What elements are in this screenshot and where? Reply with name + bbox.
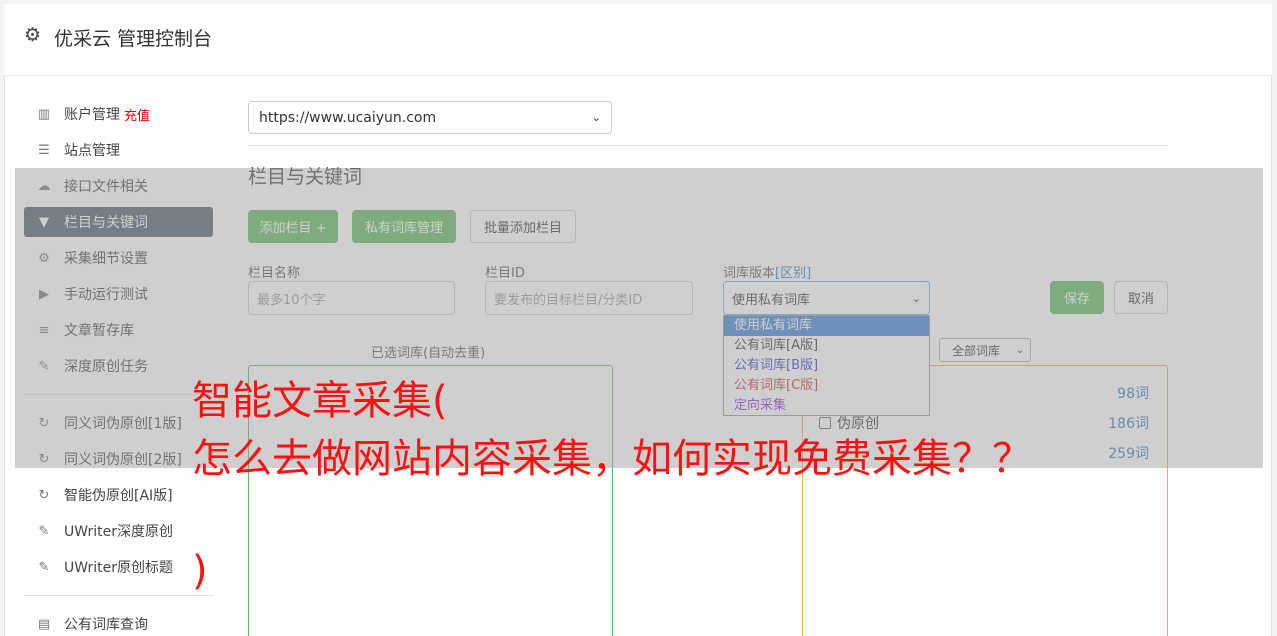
refresh-icon: ↻ — [38, 487, 50, 503]
batch-add-button[interactable]: 批量添加栏目 — [470, 210, 576, 243]
sidebar-item-label: 账户管理 — [64, 107, 120, 123]
selected-lib-label: 已选词库(自动去重) — [371, 346, 486, 361]
gear-icon: ⚙ — [24, 24, 42, 46]
divider — [248, 145, 1168, 146]
diff-link[interactable]: [区别] — [775, 266, 811, 281]
dropdown-option-public-b[interactable]: 公有词库[B版] — [724, 356, 929, 376]
sidebar-item-label: 公有词库查询 — [64, 617, 148, 633]
sidebar-item-label: 采集细节设置 — [64, 251, 148, 267]
lib-filter-select[interactable]: 全部词库 ⌄ — [939, 338, 1031, 362]
lib-row-count: 186词 — [1108, 416, 1149, 432]
lib-version-dropdown: 使用私有词库 公有词库[A版] 公有词库[B版] 公有词库[C版] 定向采集 — [723, 315, 930, 416]
sidebar-item-synonym-2[interactable]: ↻ 同义词伪原创[2版] — [24, 444, 213, 474]
column-id-input[interactable]: 要发布的目标栏目/分类ID — [485, 281, 693, 315]
cancel-button[interactable]: 取消 — [1114, 281, 1168, 314]
sidebar-item-article-store[interactable]: ≡ 文章暂存库 — [24, 315, 213, 345]
sidebar-item-ai[interactable]: ↻ 智能伪原创[AI版] — [24, 480, 213, 510]
page-title: 优采云 管理控制台 — [54, 28, 213, 50]
column-name-label: 栏目名称 — [248, 266, 301, 281]
dropdown-option-directed[interactable]: 定向采集 — [724, 396, 929, 416]
edit-icon: ✎ — [38, 559, 50, 575]
sidebar-item-deep-original[interactable]: ✎ 深度原创任务 — [24, 351, 213, 381]
lib-version-value: 使用私有词库 — [732, 292, 811, 308]
refresh-icon: ↻ — [38, 415, 50, 431]
sidebar-item-label: UWriter深度原创 — [64, 524, 173, 540]
lib-version-label: 词库版本[区别] — [723, 262, 811, 281]
private-lib-button[interactable]: 私有词库管理 — [352, 210, 456, 243]
filter-icon: ▼ — [39, 214, 49, 230]
sidebar-item-account[interactable]: ▥ 账户管理 充值 — [24, 99, 213, 129]
dropdown-option-private[interactable]: 使用私有词库 — [724, 316, 929, 336]
sidebar-item-label: 同义词伪原创[2版] — [64, 452, 182, 468]
edit-icon: ✎ — [38, 358, 50, 374]
sidebar-item-label: 智能伪原创[AI版] — [64, 488, 173, 504]
sidebar-divider — [24, 595, 214, 596]
lib-filter-value: 全部词库 — [952, 343, 1001, 358]
add-column-button[interactable]: 添加栏目 + — [248, 210, 338, 243]
cloud-upload-icon: ☁ — [37, 178, 51, 194]
dropdown-option-public-a[interactable]: 公有词库[A版] — [724, 336, 929, 356]
sidebar-item-label: 站点管理 — [64, 143, 120, 159]
sidebar-item-collect-settings[interactable]: ⚙ 采集细节设置 — [24, 243, 213, 273]
sidebar-item-synonym-1[interactable]: ↻ 同义词伪原创[1版] — [24, 408, 213, 438]
cogs-icon: ⚙ — [38, 250, 50, 266]
play-circle-icon: ▶ — [39, 286, 49, 302]
lib-version-label-text: 词库版本 — [723, 266, 776, 281]
lib-row-count: 259词 — [1108, 446, 1149, 462]
sidebar-item-label: 接口文件相关 — [64, 179, 148, 195]
chevron-down-icon: ⌄ — [911, 291, 921, 305]
sidebar-item-label: UWriter原创标题 — [64, 560, 173, 576]
sidebar-item-public-lib[interactable]: ▤ 公有词库查询 — [24, 609, 213, 636]
sidebar-item-label: 栏目与关键词 — [64, 215, 148, 231]
sidebar-item-interface[interactable]: ☁ 接口文件相关 — [24, 171, 213, 201]
sidebar-item-uwriter-deep[interactable]: ✎ UWriter深度原创 — [24, 516, 213, 546]
save-button[interactable]: 保存 — [1050, 281, 1104, 314]
bar-chart-icon: ▥ — [37, 106, 51, 122]
sidebar-item-label: 文章暂存库 — [64, 323, 134, 339]
sidebar-item-uwriter-title[interactable]: ✎ UWriter原创标题 — [24, 552, 213, 582]
server-icon: ☰ — [38, 142, 50, 158]
site-select-value: https://www.ucaiyun.com — [259, 109, 437, 126]
sidebar-item-label: 手动运行测试 — [64, 287, 148, 303]
site-select[interactable]: https://www.ucaiyun.com ⌄ — [248, 101, 612, 134]
edit-icon: ✎ — [38, 523, 50, 539]
lib-version-select[interactable]: 使用私有词库 ⌄ — [723, 281, 930, 315]
dropdown-option-public-c[interactable]: 公有词库[C版] — [724, 376, 929, 396]
chevron-down-icon: ⌄ — [1015, 344, 1024, 356]
overlay-title-line2: 怎么去做网站内容采集，如何实现免费采集？？ — [192, 436, 1032, 482]
overlay-title-line3: ) — [192, 548, 208, 594]
sidebar-item-columns[interactable]: ▼ 栏目与关键词 — [24, 207, 213, 237]
recharge-link[interactable]: 充值 — [124, 105, 150, 124]
column-name-input[interactable]: 最多10个字 — [248, 281, 455, 315]
sidebar-item-manual-run[interactable]: ▶ 手动运行测试 — [24, 279, 213, 309]
lib-row-count: 98词 — [1117, 386, 1149, 402]
column-id-label: 栏目ID — [485, 266, 525, 281]
overlay-title-line1: 智能文章采集( — [192, 378, 448, 424]
sidebar-item-label: 同义词伪原创[1版] — [64, 416, 182, 432]
refresh-icon: ↻ — [38, 451, 50, 467]
section-title: 栏目与关键词 — [248, 166, 363, 188]
database-icon: ≡ — [38, 322, 50, 338]
chevron-down-icon: ⌄ — [591, 111, 601, 124]
header: ⚙ 优采云 管理控制台 — [4, 4, 1272, 76]
book-icon: ▤ — [37, 616, 51, 632]
sidebar-item-sites[interactable]: ☰ 站点管理 — [24, 135, 213, 165]
sidebar-item-label: 深度原创任务 — [64, 359, 148, 375]
sidebar-divider — [24, 394, 214, 395]
